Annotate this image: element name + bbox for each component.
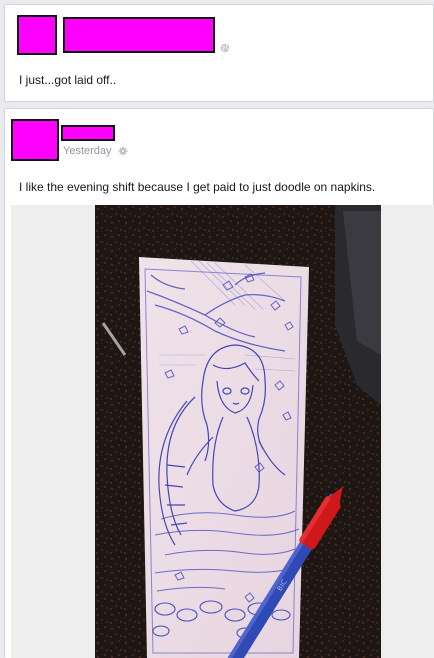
- post-text: I just...got laid off..: [19, 73, 117, 87]
- napkin-drawing-photo: BIC: [95, 205, 381, 658]
- post-meta: Yesterday: [63, 145, 128, 157]
- globe-icon[interactable]: [220, 43, 230, 53]
- redacted-avatar[interactable]: [17, 15, 57, 55]
- feed-post-2: Yesterday I like the evening shift becau…: [4, 108, 434, 658]
- post-photo[interactable]: BIC: [95, 205, 381, 658]
- photo-container: BIC: [11, 205, 434, 658]
- redacted-author-name[interactable]: [61, 125, 115, 141]
- redacted-avatar[interactable]: [11, 119, 59, 161]
- redacted-author-name[interactable]: [63, 17, 215, 53]
- timestamp-link[interactable]: Yesterday: [63, 145, 112, 157]
- gear-icon[interactable]: [118, 146, 128, 156]
- feed-post-1: I just...got laid off..: [4, 4, 434, 102]
- post-text: I like the evening shift because I get p…: [19, 180, 376, 194]
